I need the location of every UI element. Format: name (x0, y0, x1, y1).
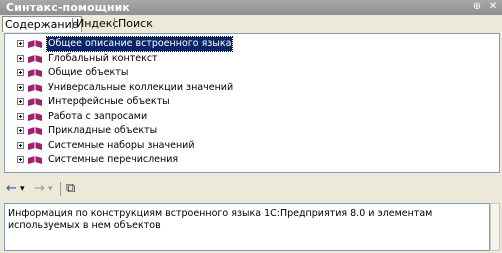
description-panel: Информация по конструкциям встроенного я… (4, 203, 490, 251)
forward-dropdown-icon[interactable]: ▾ (48, 181, 53, 197)
tree-item-label[interactable]: Общее описание встроенного языка (45, 36, 234, 52)
expand-plus-icon[interactable] (17, 54, 24, 62)
navigation-toolbar: ← ▾ → ▾ ⧉ (4, 180, 500, 198)
expand-plus-icon[interactable] (17, 98, 24, 105)
expand-plus-icon[interactable] (17, 156, 24, 163)
expand-plus-icon[interactable] (17, 127, 24, 134)
expand-plus-icon[interactable] (17, 40, 24, 47)
back-arrow-icon[interactable]: ← (6, 181, 17, 197)
book-icon (28, 156, 42, 164)
tree-item-label[interactable]: Системные перечисления (47, 153, 179, 167)
tree-item-label[interactable]: Прикладные объекты (47, 124, 158, 138)
forward-arrow-icon[interactable]: → (34, 181, 45, 197)
window-title: Синтакс-помощник (6, 1, 130, 14)
description-text: Информация по конструкциям встроенного я… (8, 208, 433, 231)
tree-item-label[interactable]: Системные наборы значений (47, 139, 196, 153)
description-scrollbar[interactable] (490, 203, 500, 251)
toolbar-divider (60, 182, 61, 196)
tree-item-label[interactable]: Интерфейсные объекты (47, 95, 171, 109)
tab-search[interactable]: Поиск (116, 16, 155, 31)
close-icon[interactable]: ✕ (487, 1, 499, 13)
expand-plus-icon[interactable] (17, 83, 24, 91)
title-bar[interactable]: Синтакс-помощник ⊕ ✕ (0, 0, 502, 15)
tree-item-label[interactable]: Работа с запросами (47, 110, 148, 124)
sync-contents-icon[interactable]: ⧉ (66, 181, 75, 197)
tree-item-label[interactable]: Общие объекты (47, 66, 129, 80)
tab-divider (72, 18, 73, 29)
book-icon (28, 54, 42, 63)
book-icon (28, 83, 42, 92)
book-icon (28, 69, 42, 77)
book-icon (28, 98, 42, 106)
syntax-helper-window: Синтакс-помощник ⊕ ✕ Содержание Индекс П… (0, 0, 502, 253)
expand-plus-icon[interactable] (17, 141, 24, 149)
book-icon (28, 127, 42, 135)
back-dropdown-icon[interactable]: ▾ (20, 181, 25, 197)
expand-plus-icon[interactable] (17, 69, 24, 76)
tree-item-label[interactable]: Универсальные коллекции значений (47, 81, 234, 95)
tree-item-label[interactable]: Глобальный контекст (47, 52, 159, 66)
book-icon (28, 40, 42, 48)
contents-tree[interactable]: Общее описание встроенного языка Глобальн… (4, 33, 500, 173)
expand-plus-icon[interactable] (17, 112, 24, 120)
tab-contents[interactable]: Содержание (2, 16, 82, 32)
pin-icon[interactable]: ⊕ (471, 1, 483, 13)
book-icon (28, 141, 42, 150)
tab-divider (114, 18, 115, 29)
book-icon (28, 112, 42, 121)
